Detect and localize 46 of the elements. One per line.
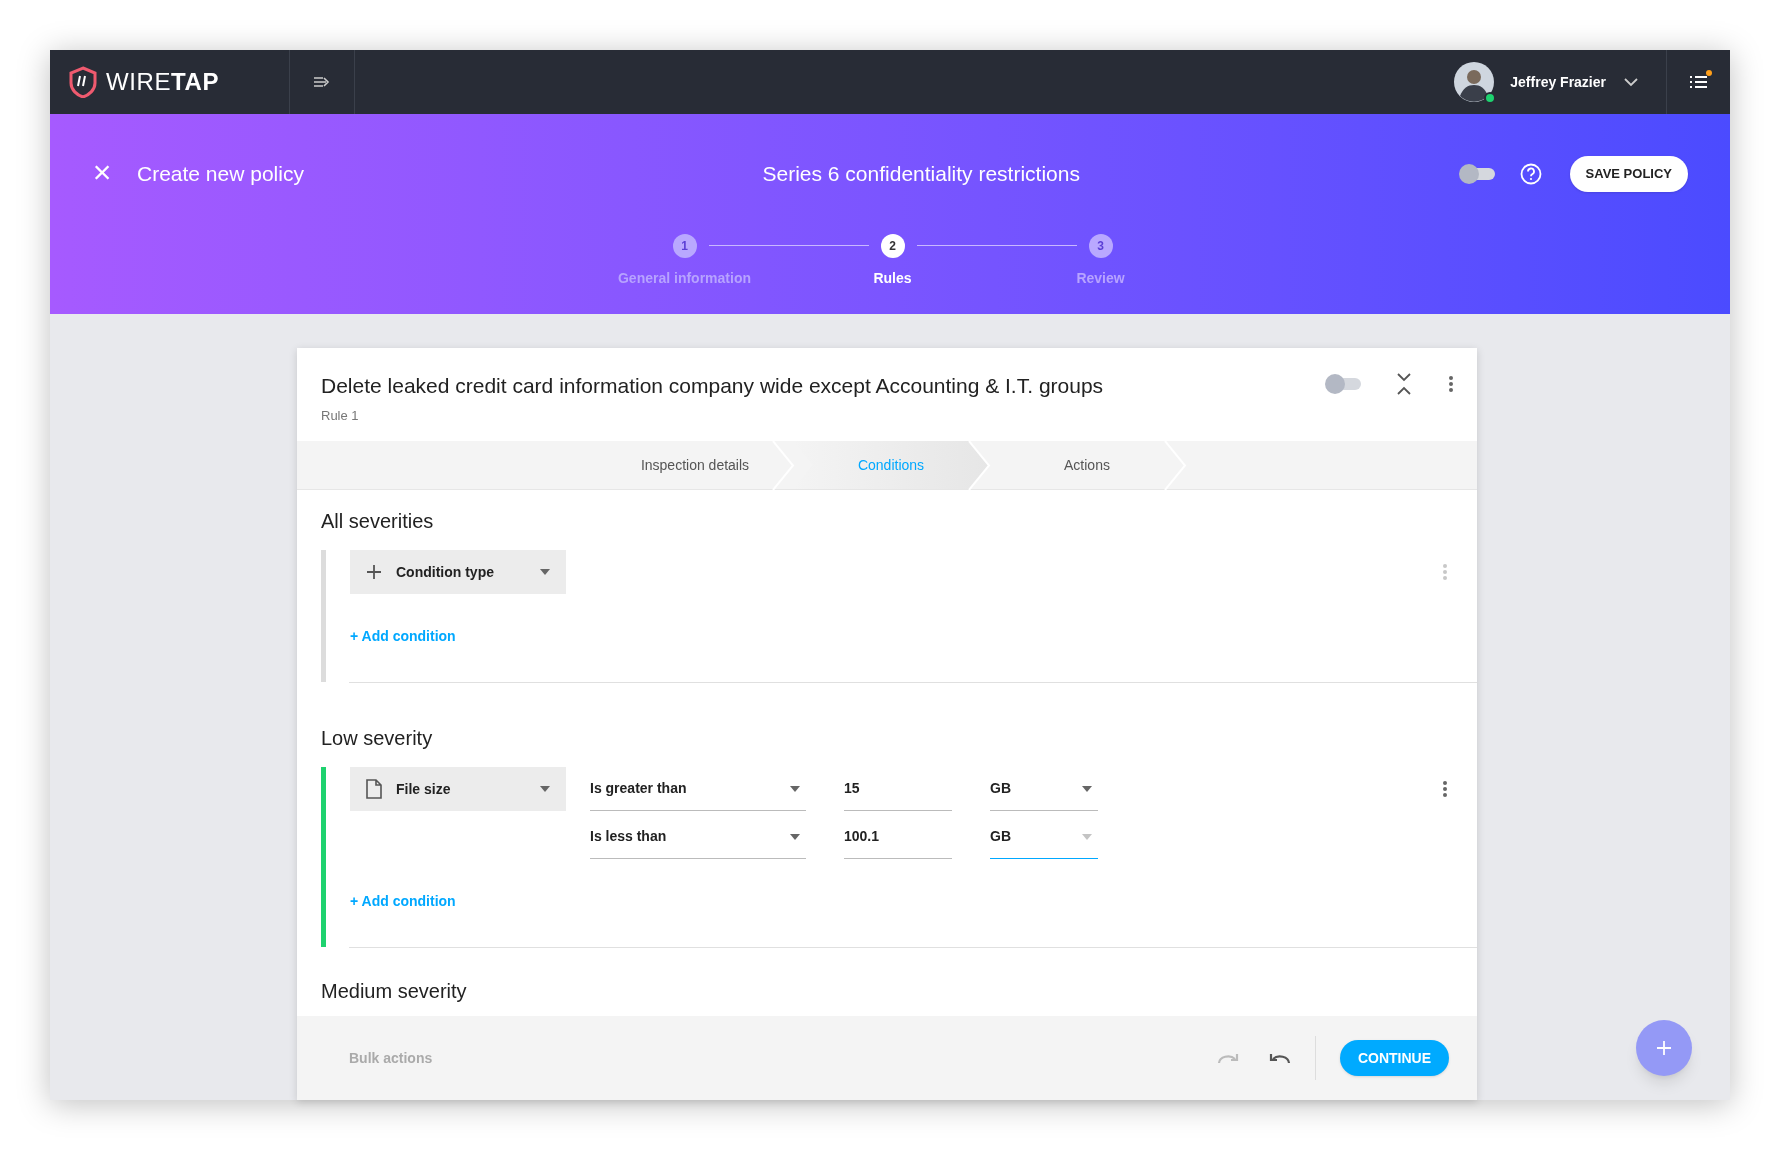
save-policy-button[interactable]: SAVE POLICY (1569, 156, 1688, 192)
step-number: 2 (880, 234, 905, 258)
undo-icon[interactable] (1268, 1052, 1291, 1064)
section-title: All severities (321, 509, 435, 534)
caret-icon (540, 569, 550, 575)
caret-icon (540, 786, 550, 792)
policy-name: Series 6 confidentiality restrictions (762, 161, 1080, 188)
help-icon[interactable] (1519, 163, 1542, 185)
value-field[interactable]: 100.1 (844, 815, 952, 859)
more-icon[interactable] (1449, 376, 1453, 392)
page-title: Create new policy (137, 161, 304, 188)
plus-icon (1655, 1039, 1673, 1057)
step-label: Rules (873, 269, 912, 288)
file-icon (366, 779, 382, 799)
caret-icon (790, 833, 800, 840)
rule-number: Rule 1 (321, 406, 360, 425)
toggle-switch[interactable] (1325, 374, 1361, 394)
operator-dropdown[interactable]: Is greater than (590, 767, 806, 811)
rule-title: Delete leaked credit card information company wide except Accounting & I.T. groups (321, 373, 1105, 399)
caret-icon (790, 785, 800, 792)
step-number: 3 (1088, 234, 1113, 258)
unit-dropdown[interactable]: GB (990, 815, 1098, 859)
app-logo: WIRETAP (106, 67, 220, 97)
condition-type-dropdown[interactable]: File size (350, 767, 566, 811)
section-title: Medium severity (321, 979, 468, 1004)
tab[interactable]: Actions (989, 441, 1185, 489)
shield-logo-icon (68, 66, 98, 98)
caret-icon (1082, 785, 1092, 792)
user-name[interactable]: Jeffrey Frazier (1510, 71, 1606, 93)
close-button[interactable]: × (92, 156, 112, 188)
plus-icon (366, 564, 382, 580)
step-number: 1 (672, 234, 697, 258)
caret-icon (1082, 833, 1092, 840)
section-title: Low severity (321, 726, 434, 751)
value-field[interactable]: 15 (844, 767, 952, 811)
operator-dropdown[interactable]: Is less than (590, 815, 806, 859)
step-label: General information (618, 269, 751, 288)
collapse-icon[interactable] (1397, 373, 1411, 395)
tab[interactable]: Inspection details (597, 441, 793, 489)
more-icon[interactable] (1443, 781, 1447, 797)
unit-dropdown[interactable]: GB (990, 767, 1098, 811)
condition-type-dropdown[interactable]: Condition type (350, 550, 566, 594)
step-label: Review (1076, 269, 1125, 288)
chevron-down-icon[interactable] (1624, 77, 1638, 87)
toggle-switch[interactable] (1458, 164, 1495, 184)
avatar[interactable] (1454, 62, 1495, 102)
